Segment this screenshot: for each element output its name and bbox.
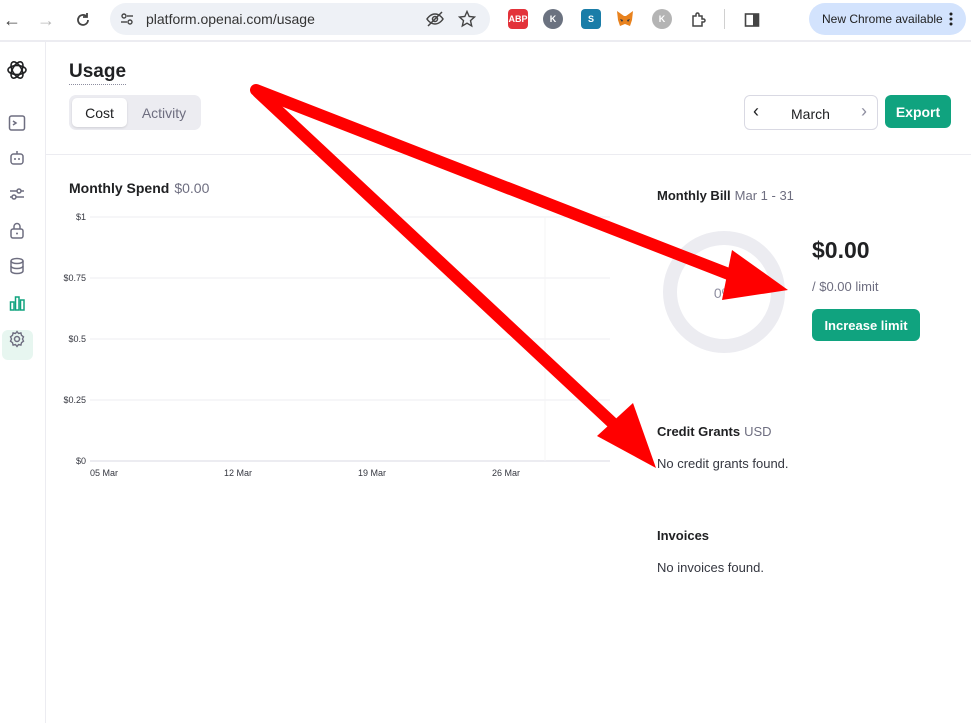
- sliders-icon[interactable]: [7, 184, 27, 204]
- eye-off-icon[interactable]: [426, 11, 444, 27]
- monthly-spend-value: $0.00: [174, 180, 210, 196]
- monthly-spend-title: Monthly Spend: [69, 180, 170, 196]
- k-extension-icon[interactable]: K: [652, 9, 672, 29]
- monthly-spend-heading: Monthly Spend $0.00: [69, 180, 209, 196]
- y-tick-label: $0.25: [63, 395, 86, 405]
- bill-limit: / $0.00 limit: [812, 279, 879, 294]
- credit-grants-heading: Credit Grants USD: [657, 424, 772, 439]
- credit-grants-title: Credit Grants: [657, 424, 741, 439]
- toolbar-border: [0, 40, 971, 42]
- month-label: March: [791, 106, 830, 122]
- monthly-spend-chart: $1 $0.75 $0.5 $0.25 $0 05 Mar 12 Mar 19 Mar 26 M…: [63, 212, 610, 478]
- settings-gear-icon[interactable]: [7, 329, 27, 349]
- kebab-menu-icon[interactable]: [949, 12, 953, 26]
- y-tick-label: $1: [76, 212, 86, 222]
- reload-icon[interactable]: [71, 8, 95, 32]
- kami-extension-icon[interactable]: K: [543, 9, 563, 29]
- prev-month-icon[interactable]: ‹: [753, 101, 759, 122]
- x-tick-label: 05 Mar: [90, 468, 118, 478]
- chrome-update-button[interactable]: New Chrome available: [809, 3, 966, 35]
- monthly-bill-heading: Monthly Bill Mar 1 - 31: [657, 188, 794, 203]
- header-divider: [46, 154, 971, 155]
- update-label: New Chrome available: [822, 12, 943, 26]
- address-bar[interactable]: platform.openai.com/usage: [110, 3, 490, 35]
- credit-grants-empty: No credit grants found.: [657, 456, 789, 471]
- assistant-robot-icon[interactable]: [7, 148, 27, 168]
- y-tick-label: $0.5: [68, 334, 86, 344]
- credit-grants-currency: USD: [744, 424, 772, 439]
- adblock-extension-icon[interactable]: ABP: [508, 9, 528, 29]
- page-title: Usage: [69, 61, 127, 85]
- monthly-bill-range: Mar 1 - 31: [734, 188, 794, 203]
- openai-logo-icon[interactable]: [5, 58, 29, 82]
- increase-limit-button[interactable]: Increase limit: [812, 309, 920, 341]
- invoices-heading: Invoices: [657, 528, 710, 543]
- x-tick-label: 19 Mar: [358, 468, 386, 478]
- sidebar: [0, 42, 46, 723]
- donut-percent-label: 0%: [713, 285, 735, 301]
- x-tick-label: 12 Mar: [224, 468, 252, 478]
- toolbar-separator: [724, 9, 725, 29]
- url-text: platform.openai.com/usage: [146, 11, 315, 27]
- site-settings-icon[interactable]: [120, 12, 134, 26]
- side-panel-icon[interactable]: [740, 8, 764, 32]
- lock-icon[interactable]: [7, 220, 27, 240]
- y-tick-label: $0.75: [63, 273, 86, 283]
- extensions-puzzle-icon[interactable]: [687, 8, 711, 32]
- bill-amount: $0.00: [812, 237, 870, 263]
- metamask-fox-icon[interactable]: [615, 9, 635, 29]
- invoices-empty: No invoices found.: [657, 560, 764, 575]
- export-button[interactable]: Export: [885, 95, 951, 128]
- usage-bar-chart-icon[interactable]: [7, 293, 27, 313]
- monthly-bill-title: Monthly Bill: [657, 188, 731, 203]
- s-extension-icon[interactable]: S: [581, 9, 601, 29]
- database-icon[interactable]: [7, 256, 27, 276]
- forward-icon[interactable]: →: [34, 8, 58, 32]
- back-icon[interactable]: ←: [0, 8, 24, 32]
- next-month-icon[interactable]: ›: [861, 101, 867, 122]
- y-tick-label: $0: [76, 456, 86, 466]
- terminal-icon[interactable]: [7, 113, 27, 133]
- month-picker: ‹ March ›: [744, 95, 878, 130]
- bookmark-star-icon[interactable]: [458, 10, 476, 28]
- tab-cost[interactable]: Cost: [72, 98, 127, 127]
- tab-activity[interactable]: Activity: [131, 98, 197, 127]
- browser-toolbar: ← → platform.openai.com/usage ABP K S K …: [0, 0, 971, 40]
- x-tick-label: 26 Mar: [492, 468, 520, 478]
- view-toggle: Cost Activity: [69, 95, 201, 130]
